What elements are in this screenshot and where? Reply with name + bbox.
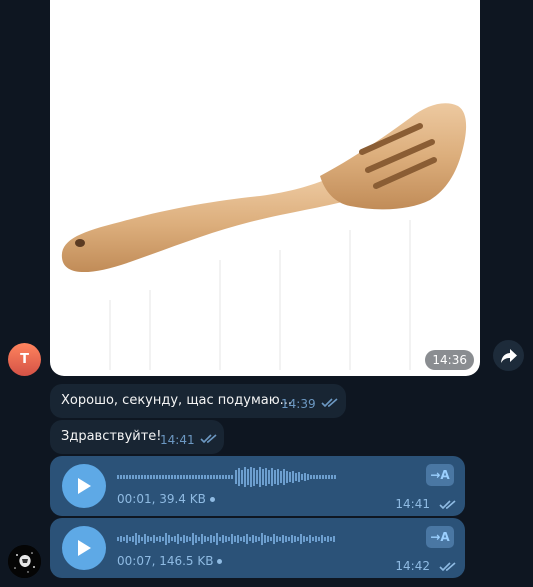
double-check-icon <box>200 434 217 444</box>
forward-icon <box>500 348 517 363</box>
message-time: 14:42 <box>395 559 430 573</box>
double-check-icon <box>321 398 338 408</box>
voice-info: 00:01, 39.4 KB <box>117 492 215 506</box>
message-text: Хорошо, секунду, щас подумаю... <box>61 393 293 408</box>
message-time: 14:41 <box>395 497 430 511</box>
play-button[interactable] <box>62 464 106 508</box>
photo-timestamp: 14:36 <box>425 350 474 370</box>
text-message[interactable]: Здравствуйте! 14:41 <box>50 420 224 454</box>
double-check-icon <box>439 500 456 510</box>
waveform[interactable] <box>117 528 337 550</box>
avatar-image <box>8 545 41 578</box>
transcribe-button[interactable]: →A <box>426 526 454 548</box>
photo-message[interactable]: 14:36 <box>50 0 480 376</box>
voice-info: 00:07, 146.5 KB <box>117 554 223 568</box>
voice-message[interactable]: 00:01, 39.4 KB →A 14:41 <box>50 456 465 516</box>
forward-button[interactable] <box>493 340 524 371</box>
voice-duration-size: 00:01, 39.4 KB <box>117 492 206 506</box>
message-text: Здравствуйте! <box>61 429 162 444</box>
sender-avatar[interactable]: T <box>8 343 41 376</box>
voice-message[interactable]: 00:07, 146.5 KB →A 14:42 <box>50 518 465 578</box>
double-check-icon <box>439 562 456 572</box>
own-avatar[interactable] <box>8 545 41 578</box>
wooden-spatula-image <box>61 103 467 370</box>
text-message[interactable]: Хорошо, секунду, щас подумаю... 14:39 <box>50 384 346 418</box>
unread-dot <box>209 497 215 502</box>
voice-duration-size: 00:07, 146.5 KB <box>117 554 214 568</box>
play-button[interactable] <box>62 526 106 570</box>
waveform[interactable] <box>117 466 337 488</box>
message-time: 14:41 <box>160 433 195 447</box>
play-icon <box>78 540 91 556</box>
play-icon <box>78 478 91 494</box>
message-time: 14:39 <box>281 397 316 411</box>
unread-dot <box>217 559 223 564</box>
transcribe-button[interactable]: →A <box>426 464 454 486</box>
